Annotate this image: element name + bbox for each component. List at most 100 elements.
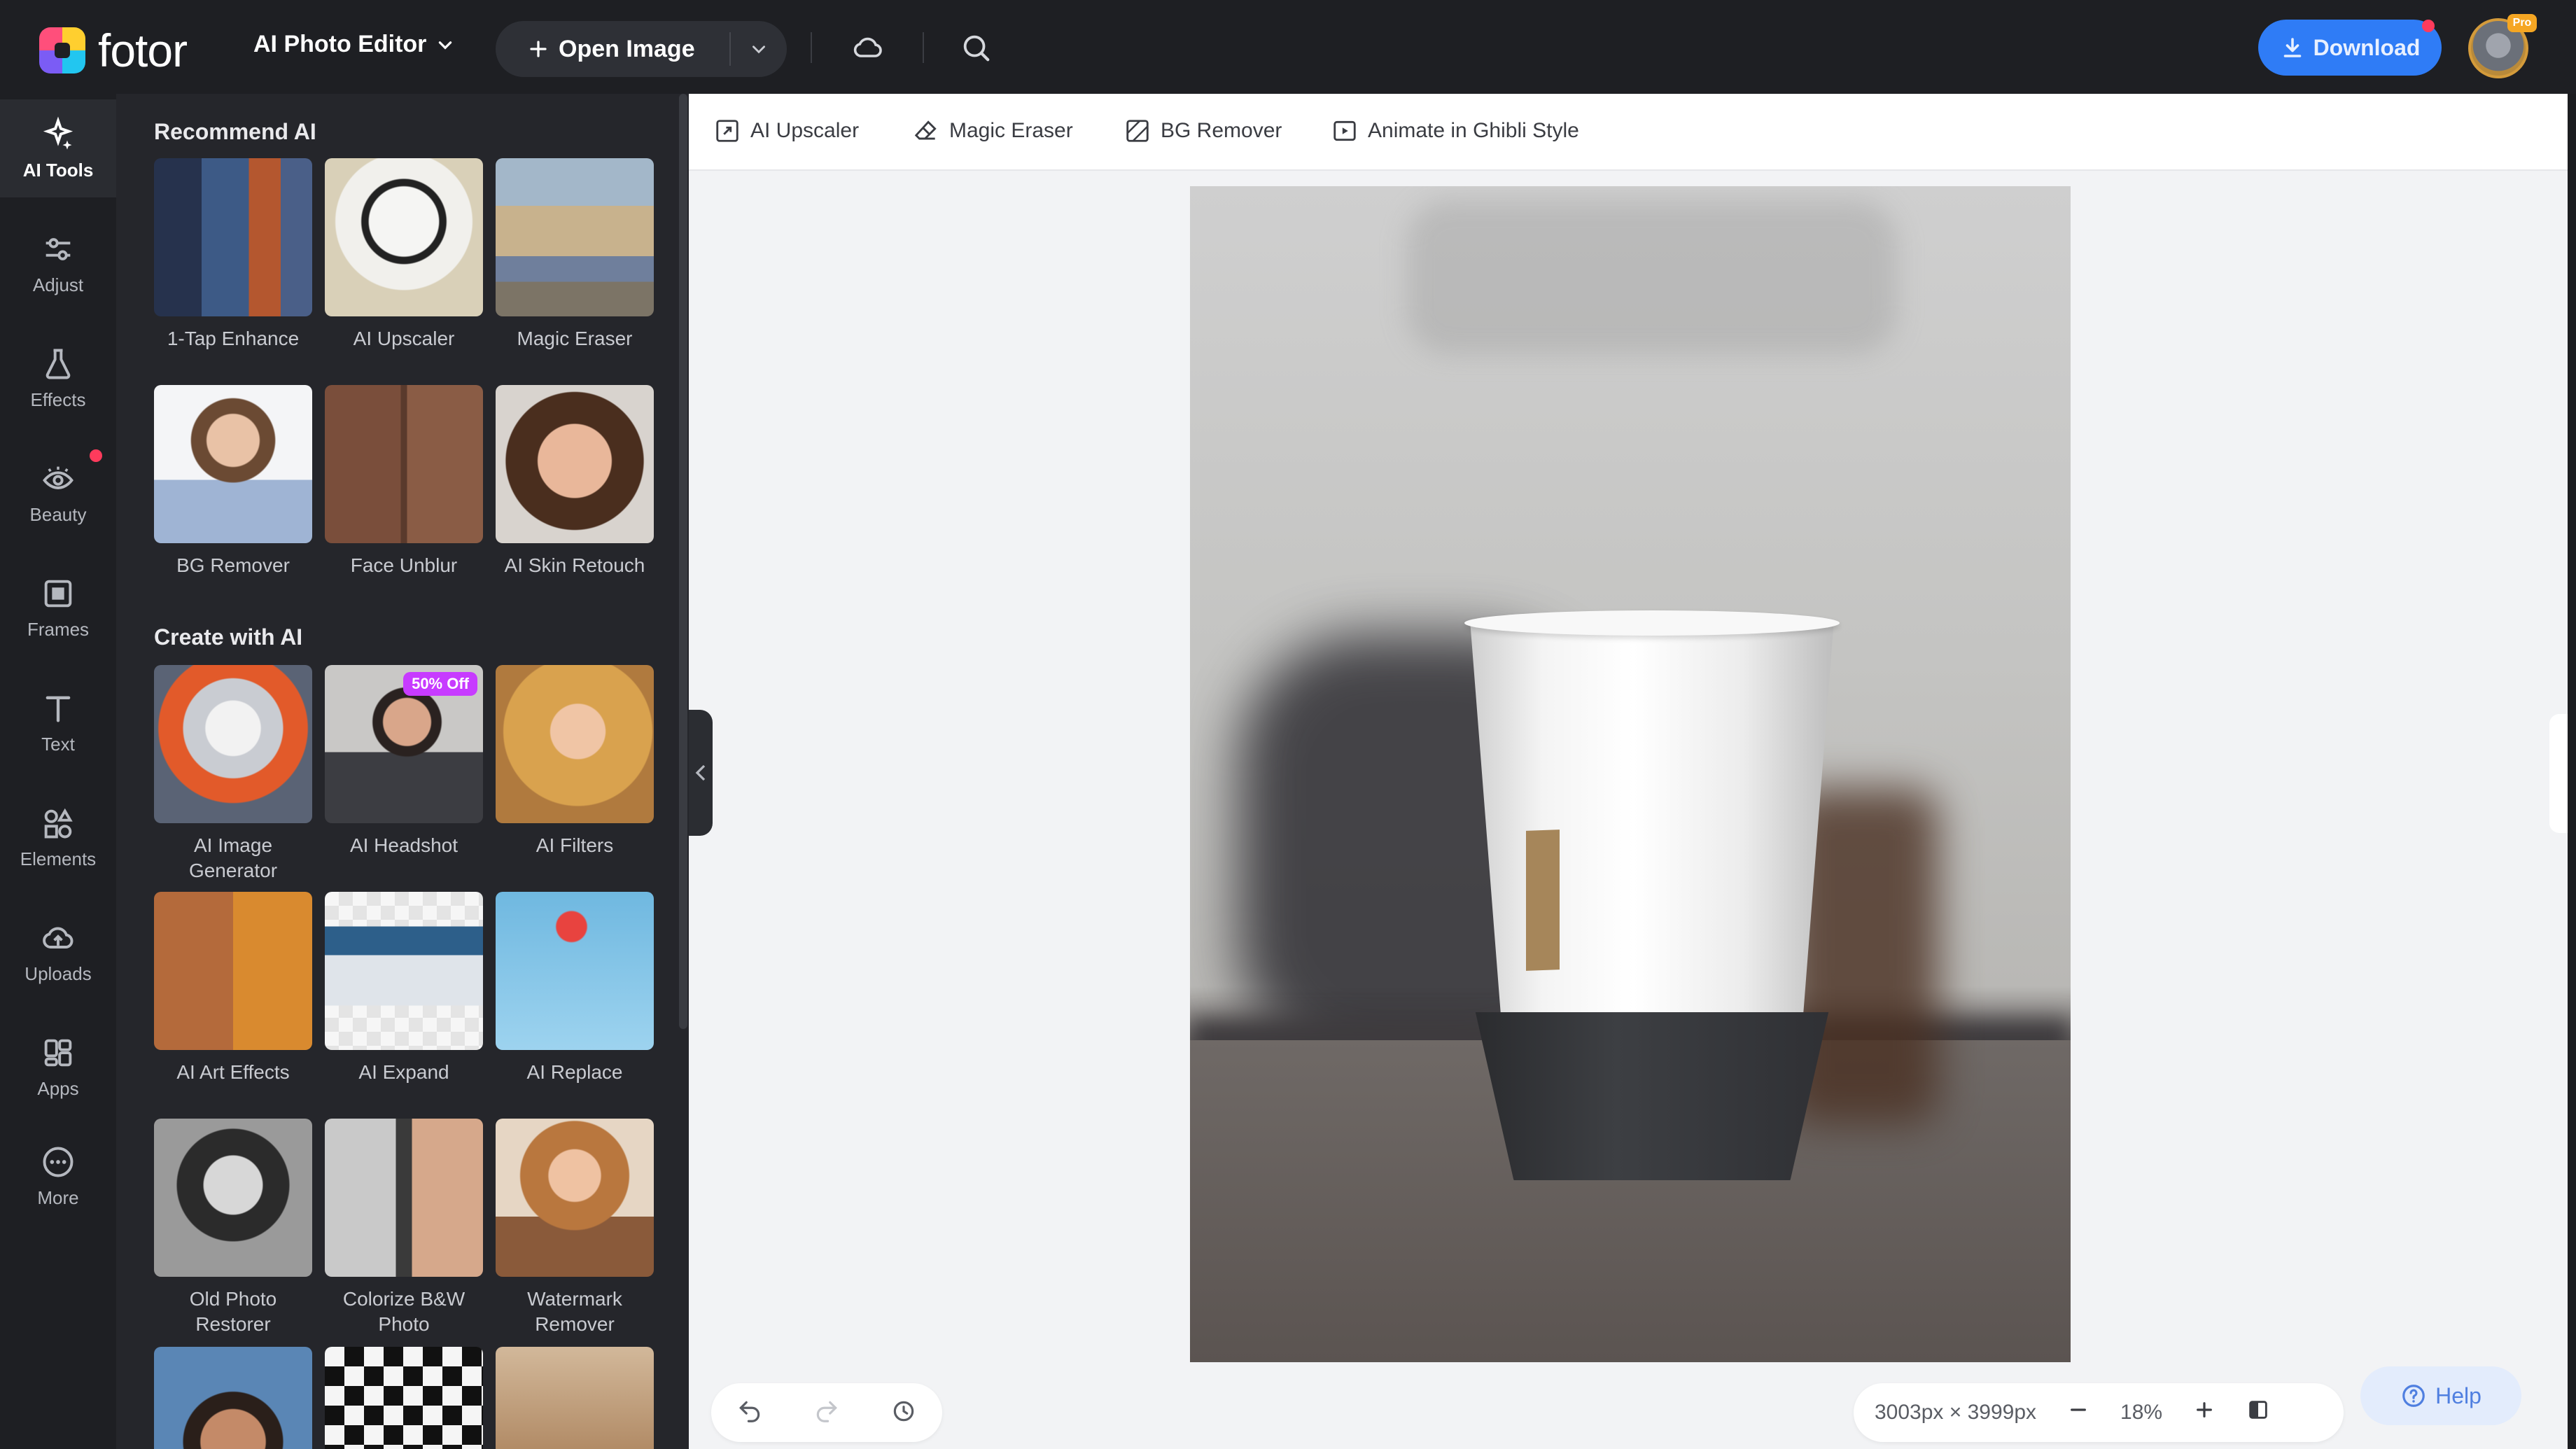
cloud-save-button[interactable] (848, 28, 888, 67)
tool-label: 1-Tap Enhance (167, 328, 300, 349)
rail-label: AI Tools (22, 159, 94, 181)
tool-card-face-unblur[interactable]: Face Unblur (325, 385, 483, 578)
history-button[interactable] (890, 1398, 917, 1428)
editor-mode-dropdown[interactable]: AI Photo Editor (253, 31, 454, 58)
open-image-button[interactable]: Open Image (496, 21, 729, 77)
text-icon (46, 696, 71, 722)
notification-dot (90, 449, 102, 462)
rail-item-uploads[interactable]: Uploads (0, 903, 116, 1001)
open-image-group: Open Image (496, 21, 787, 77)
tool-card-1-tap-enhance[interactable]: 1-Tap Enhance (154, 158, 312, 351)
tool-card-magic-eraser[interactable]: Magic Eraser (496, 158, 654, 351)
tool-card-ai-headshot[interactable]: 50% Off AI Headshot (325, 665, 483, 858)
rail-label: Elements (20, 848, 97, 869)
quick-tool-animate-ghibli[interactable]: Animate in Ghibli Style (1331, 118, 1579, 144)
section-heading-recommend: Recommend AI (154, 119, 316, 144)
tool-label: Old Photo Restorer (189, 1288, 277, 1335)
rail-item-ai-tools[interactable]: AI Tools (0, 99, 116, 197)
animate-icon (1334, 120, 1356, 141)
quick-tool-label: Animate in Ghibli Style (1368, 119, 1579, 142)
fotor-logo-icon (39, 27, 85, 74)
tool-thumbnail (496, 158, 654, 316)
tool-card-ai-filters[interactable]: AI Filters (496, 665, 654, 858)
download-button[interactable]: Download (2258, 20, 2442, 76)
tool-card-ai-upscaler[interactable]: AI Upscaler (325, 158, 483, 351)
tool-card-old-photo-restorer[interactable]: Old Photo Restorer (154, 1119, 312, 1337)
fotor-logo[interactable]: fotor (39, 24, 188, 77)
eye-icon (43, 466, 74, 489)
tool-label: Magic Eraser (517, 328, 633, 349)
undo-button[interactable] (736, 1398, 763, 1428)
search-icon (963, 35, 990, 62)
rail-item-frames[interactable]: Frames (0, 559, 116, 657)
canvas-photo[interactable] (1190, 186, 2071, 1362)
notification-dot (2422, 20, 2435, 32)
tool-card-ai-art-effects[interactable]: AI Art Effects (154, 892, 312, 1085)
panel-scrollbar[interactable] (679, 94, 687, 1029)
tool-thumbnail (154, 158, 312, 316)
rail-item-effects[interactable]: Effects (0, 329, 116, 427)
cloud-upload-icon (43, 927, 74, 948)
rail-label: Adjust (32, 274, 84, 295)
tool-card-bg-remover[interactable]: BG Remover (154, 385, 312, 578)
section-heading-create: Create with AI (154, 624, 303, 650)
sparkle-icon (43, 116, 74, 150)
editor-mode-label: AI Photo Editor (253, 31, 427, 57)
quick-tool-ai-upscaler[interactable]: AI Upscaler (714, 118, 859, 144)
redo-button[interactable] (813, 1398, 840, 1428)
search-button[interactable] (956, 28, 995, 67)
tool-card-ai-expand[interactable]: AI Expand (325, 892, 483, 1085)
collapse-panel-button[interactable] (689, 710, 713, 836)
quick-tool-bg-remover[interactable]: BG Remover (1124, 118, 1282, 144)
rail-item-adjust[interactable]: Adjust (0, 214, 116, 312)
left-rail: AI Tools Adjust Effects Beauty Frames Te… (0, 94, 116, 1449)
minus-icon (2071, 1408, 2086, 1411)
quick-tool-label: AI Upscaler (750, 119, 860, 142)
tool-label: AI Art Effects (176, 1061, 290, 1083)
cup-band (1475, 1012, 1829, 1180)
zoom-out-button[interactable] (2067, 1399, 2090, 1427)
tool-label: AI Replace (526, 1061, 623, 1083)
tool-thumbnail (496, 385, 654, 543)
quick-tool-magic-eraser[interactable]: Magic Eraser (913, 118, 1073, 144)
top-bar: fotor AI Photo Editor Open Image Downloa… (0, 0, 2576, 94)
help-icon (2402, 1385, 2425, 1407)
tool-thumbnail (325, 158, 483, 316)
tool-label: AI Upscaler (353, 328, 455, 349)
zoom-in-button[interactable] (2193, 1399, 2216, 1427)
tool-card-ai-image-generator[interactable]: AI Image Generator (154, 665, 312, 883)
open-image-menu-button[interactable] (731, 40, 787, 58)
tool-card-colorize-bw-photo[interactable]: Colorize B&W Photo (325, 1119, 483, 1337)
rail-label: Beauty (29, 503, 87, 525)
rail-item-text[interactable]: Text (0, 673, 116, 771)
tool-label: AI Image Generator (188, 834, 278, 881)
rail-label: Apps (37, 1077, 79, 1099)
rail-item-elements[interactable]: Elements (0, 788, 116, 886)
cup-tag (1526, 830, 1560, 971)
tool-thumbnail (325, 892, 483, 1050)
right-panel-toggle[interactable] (2549, 714, 2568, 833)
tool-card-ai-skin-retouch[interactable]: AI Skin Retouch (496, 385, 654, 578)
tool-card-watermark-remover[interactable]: Watermark Remover (496, 1119, 654, 1337)
compare-button[interactable] (2246, 1398, 2270, 1427)
ai-tools-panel: Recommend AI 1-Tap Enhance AI Upscaler M… (116, 94, 689, 1449)
zoom-level[interactable]: 18% (2120, 1401, 2162, 1424)
plus-icon (530, 41, 547, 57)
tool-card-partial[interactable] (154, 1347, 312, 1449)
tool-label: AI Skin Retouch (504, 554, 645, 576)
sliders-icon (46, 237, 71, 260)
download-icon (2283, 38, 2301, 57)
tool-card-ai-replace[interactable]: AI Replace (496, 892, 654, 1085)
divider (923, 32, 924, 63)
tool-card-partial[interactable] (496, 1347, 654, 1449)
help-button[interactable]: Help (2360, 1366, 2521, 1425)
history-controls (711, 1383, 942, 1442)
tool-card-partial[interactable] (325, 1347, 483, 1449)
open-image-label: Open Image (559, 35, 695, 62)
tool-label: AI Expand (358, 1061, 449, 1083)
rail-item-more[interactable]: More (0, 1127, 116, 1225)
rail-item-apps[interactable]: Apps (0, 1018, 116, 1116)
more-icon (43, 1147, 74, 1177)
discount-badge: 50% Off (403, 672, 477, 696)
photo-blur-region (1407, 200, 1897, 354)
